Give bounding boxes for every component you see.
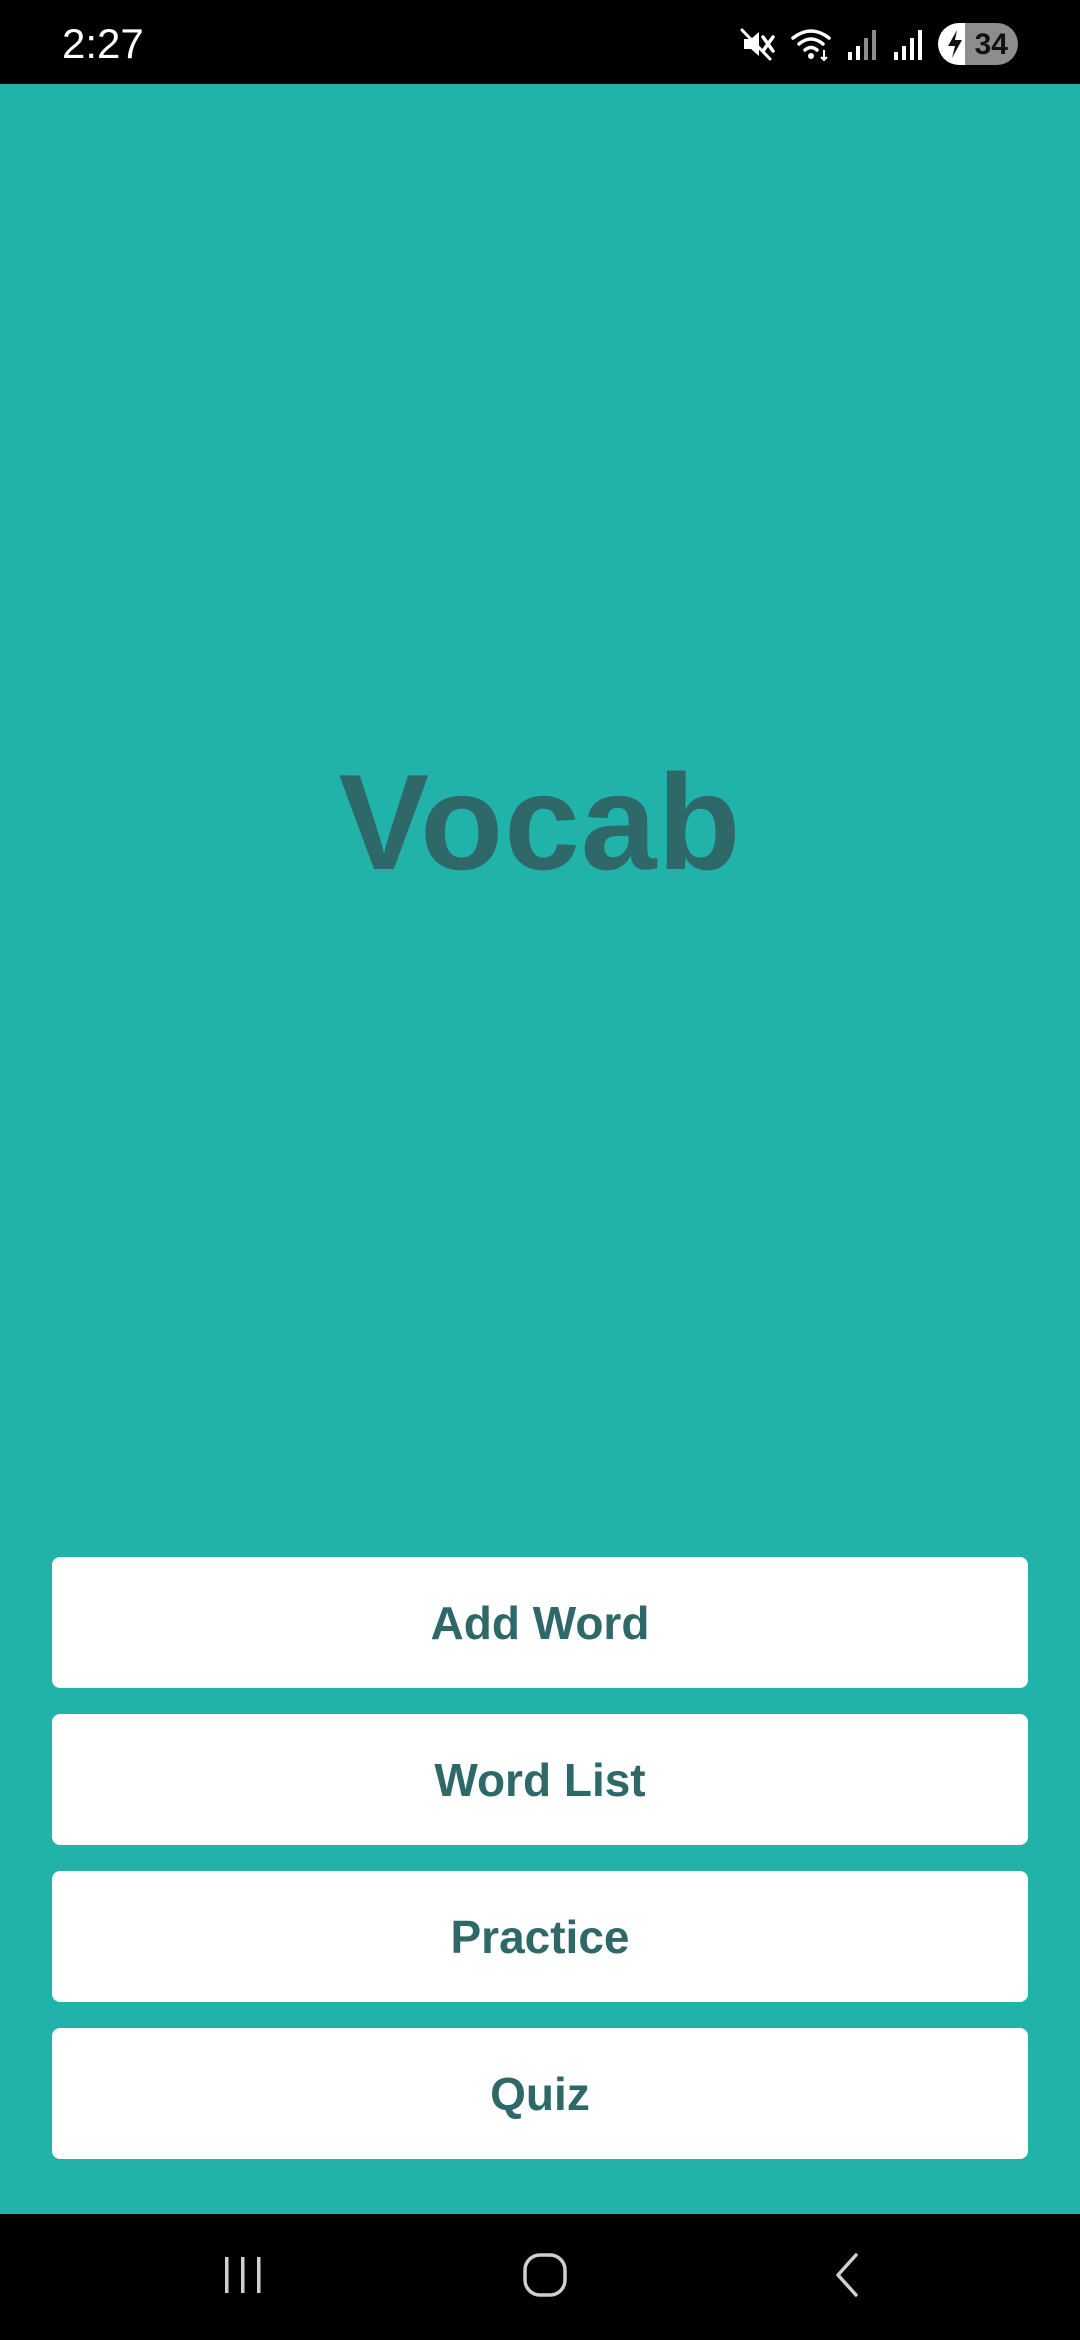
signal-icon-1 xyxy=(846,26,878,62)
status-bar: 2:27 34 xyxy=(0,0,1080,84)
home-icon xyxy=(521,2251,569,2304)
phone-screen: 2:27 34 Vocab Add Word Word List Practic… xyxy=(0,0,1080,2340)
practice-button[interactable]: Practice xyxy=(52,1871,1028,2002)
battery-charging-icon: 34 xyxy=(938,23,1018,65)
add-word-button[interactable]: Add Word xyxy=(52,1557,1028,1688)
home-button[interactable] xyxy=(445,2214,645,2340)
navigation-bar xyxy=(0,2214,1080,2340)
status-icons: 34 xyxy=(740,22,1018,66)
recent-apps-button[interactable] xyxy=(143,2214,343,2340)
word-list-button[interactable]: Word List xyxy=(52,1714,1028,1845)
back-icon xyxy=(828,2251,868,2304)
wifi-icon xyxy=(790,26,832,62)
mute-icon xyxy=(740,26,776,62)
battery-level: 34 xyxy=(974,28,1008,61)
back-button[interactable] xyxy=(748,2214,948,2340)
signal-icon-2 xyxy=(892,26,924,62)
status-time: 2:27 xyxy=(62,20,144,67)
quiz-button[interactable]: Quiz xyxy=(52,2028,1028,2159)
app-main: Vocab Add Word Word List Practice Quiz xyxy=(0,84,1080,2214)
recent-apps-icon xyxy=(219,2253,267,2302)
main-menu: Add Word Word List Practice Quiz xyxy=(52,1557,1028,2185)
app-title: Vocab xyxy=(338,746,742,898)
